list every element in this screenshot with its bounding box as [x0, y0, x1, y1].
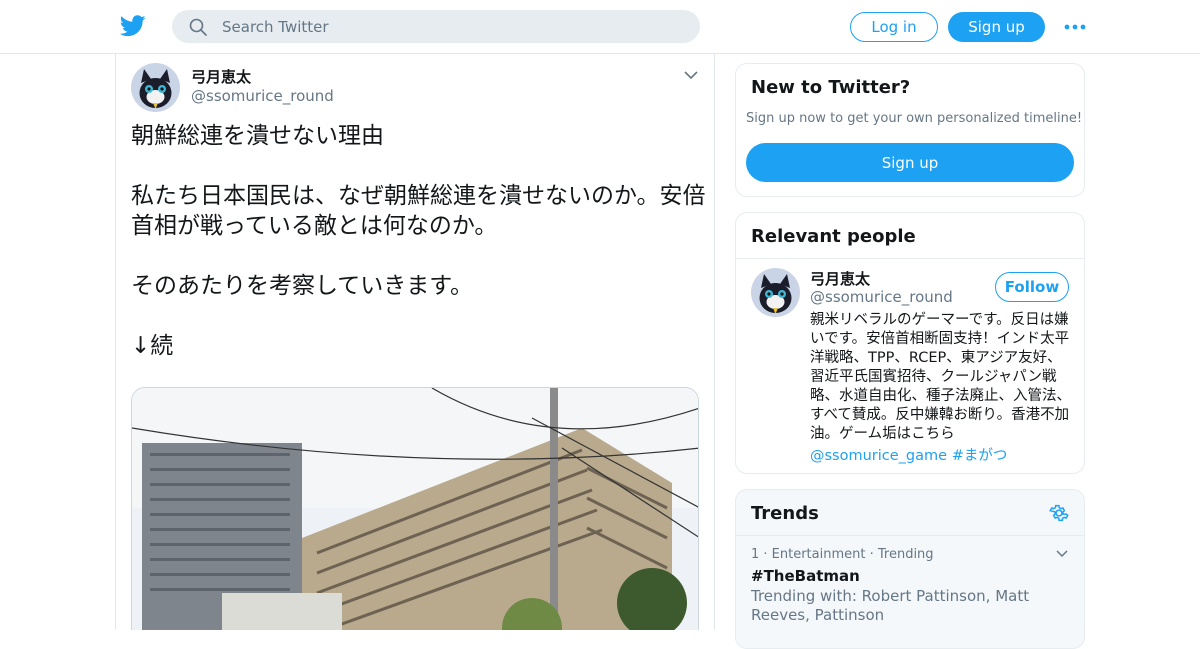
card-title: Relevant people: [751, 226, 916, 247]
search-box[interactable]: [172, 10, 700, 43]
chevron-down-icon[interactable]: [1055, 549, 1069, 559]
bio-hashtag-link[interactable]: #まがつ: [952, 448, 1008, 464]
twitter-bird-icon[interactable]: [120, 14, 146, 38]
person-bio: 親米リベラルのゲーマーです。反日は嫌いです。安倍首相断固支持！インド太平洋戦略、…: [810, 312, 1071, 442]
chevron-down-icon[interactable]: [683, 69, 699, 81]
bio-mention-link[interactable]: @ssomurice_game: [810, 448, 947, 464]
card-subtitle: Sign up now to get your own personalized…: [746, 111, 1083, 126]
follow-button[interactable]: Follow: [995, 272, 1069, 302]
signup-big-button[interactable]: Sign up: [746, 143, 1074, 182]
new-to-twitter-card: New to Twitter? Sign up now to get your …: [735, 63, 1085, 197]
author-name[interactable]: 弓月恵太: [191, 66, 251, 87]
avatar[interactable]: [131, 63, 180, 112]
relevant-people-card: Relevant people 弓月恵太 @ssomurice_round Fo…: [735, 212, 1085, 474]
avatar[interactable]: [751, 268, 800, 317]
bio-links: @ssomurice_game #まがつ: [810, 444, 1007, 465]
tweet-text: 朝鮮総連を潰せない理由 私たち日本国民は、なぜ朝鮮総連を潰せないのか。安倍首相が…: [131, 123, 706, 359]
trends-card: Trends 1 · Entertainment · Trending #The…: [735, 489, 1085, 649]
trend-meta: 1 · Entertainment · Trending: [751, 547, 934, 562]
gear-icon[interactable]: [1049, 503, 1069, 523]
person-name[interactable]: 弓月恵太: [810, 268, 870, 289]
tweet-column: 弓月恵太 @ssomurice_round 朝鮮総連を潰せない理由 私たち日本国…: [115, 54, 715, 630]
login-button[interactable]: Log in: [850, 12, 938, 42]
divider: [736, 535, 1084, 536]
card-title: New to Twitter?: [751, 77, 911, 98]
more-dots-icon[interactable]: [1063, 20, 1087, 34]
author-handle[interactable]: @ssomurice_round: [191, 87, 334, 105]
top-bar: Log in Sign up: [0, 0, 1200, 54]
person-handle[interactable]: @ssomurice_round: [810, 288, 953, 306]
signup-button[interactable]: Sign up: [948, 12, 1045, 42]
search-icon: [189, 18, 207, 36]
trend-context: Trending with: Robert Pattinson, Matt Re…: [751, 587, 1030, 624]
card-title: Trends: [751, 503, 819, 524]
divider: [736, 258, 1084, 259]
trend-name[interactable]: #TheBatman: [751, 567, 860, 585]
search-input[interactable]: [222, 10, 682, 43]
tweet-photo[interactable]: [131, 387, 699, 630]
